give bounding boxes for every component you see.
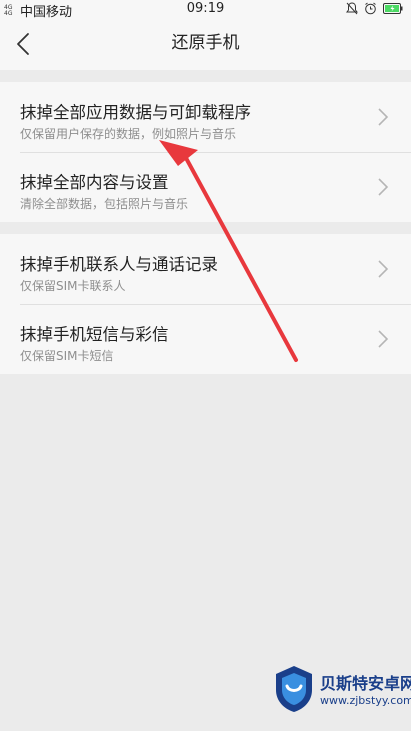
chevron-left-icon: [10, 33, 38, 62]
list-item-subtitle: 仅保留用户保存的数据，例如照片与音乐: [20, 127, 237, 141]
alarm-icon: [364, 2, 377, 15]
list-item-title: 抹掉手机联系人与通话记录: [20, 255, 218, 274]
watermark-logo-icon: [276, 666, 312, 712]
watermark-name: 贝斯特安卓网: [320, 674, 411, 693]
battery-icon: [383, 3, 403, 14]
list-item-title: 抹掉手机短信与彩信: [20, 325, 169, 344]
page-title: 还原手机: [171, 33, 240, 53]
status-right: [346, 2, 403, 15]
list-item[interactable]: 抹掉手机短信与彩信 仅保留SIM卡短信: [0, 304, 411, 374]
app-header: 还原手机: [0, 18, 411, 70]
chevron-right-icon: [378, 330, 389, 348]
settings-group-1: 抹掉全部应用数据与可卸载程序 仅保留用户保存的数据，例如照片与音乐 抹掉全部内容…: [0, 82, 411, 222]
watermark-url: www.zjbstyy.com: [320, 694, 411, 707]
chevron-right-icon: [378, 260, 389, 278]
bell-off-icon: [346, 2, 358, 15]
list-item-title: 抹掉全部应用数据与可卸载程序: [20, 103, 251, 122]
chevron-right-icon: [378, 108, 389, 126]
settings-group-2: 抹掉手机联系人与通话记录 仅保留SIM卡联系人 抹掉手机短信与彩信 仅保留SIM…: [0, 234, 411, 374]
list-item-title: 抹掉全部内容与设置: [20, 173, 169, 192]
list-item[interactable]: 抹掉全部应用数据与可卸载程序 仅保留用户保存的数据，例如照片与音乐: [0, 82, 411, 152]
back-button[interactable]: [10, 30, 38, 58]
site-watermark: 贝斯特安卓网 www.zjbstyy.com: [272, 664, 411, 726]
chevron-right-icon: [378, 178, 389, 196]
list-item-subtitle: 仅保留SIM卡联系人: [20, 279, 126, 293]
list-item[interactable]: 抹掉手机联系人与通话记录 仅保留SIM卡联系人: [0, 234, 411, 304]
list-item-subtitle: 仅保留SIM卡短信: [20, 349, 114, 363]
status-bar: 4G 4G 中国移动 09:19: [0, 0, 411, 20]
list-item[interactable]: 抹掉全部内容与设置 清除全部数据，包括照片与音乐: [0, 152, 411, 222]
list-item-subtitle: 清除全部数据，包括照片与音乐: [20, 197, 189, 211]
